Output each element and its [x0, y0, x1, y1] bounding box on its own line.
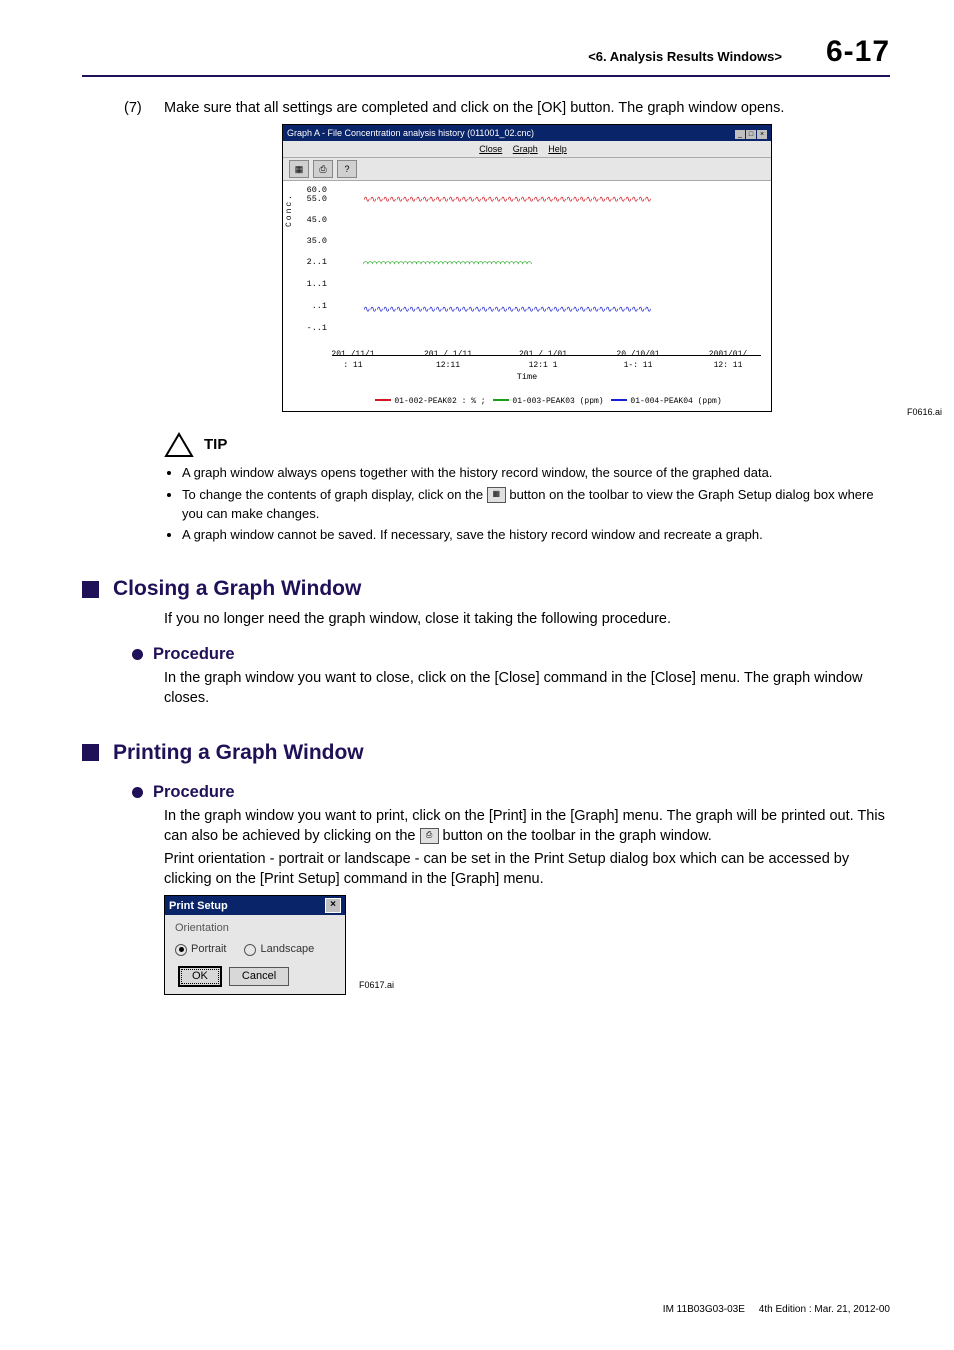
chapter-title: <6. Analysis Results Windows> — [588, 48, 782, 66]
menu-graph[interactable]: Graph — [513, 144, 538, 154]
heading-text: Printing a Graph Window — [113, 739, 364, 767]
figure-label: F0617.ai — [359, 979, 394, 991]
radio-label: Landscape — [260, 942, 314, 957]
page-footer: IM 11B03G03-03E 4th Edition : Mar. 21, 2… — [663, 1303, 890, 1317]
page-header: <6. Analysis Results Windows> 6-17 — [82, 32, 890, 77]
series-line-1: ∿∿∿∿∿∿∿∿∿∿∿∿∿∿∿∿∿∿∿∿∿∿∿∿∿∿∿∿∿∿∿∿∿∿∿∿∿∿∿∿… — [363, 194, 651, 206]
radio-portrait[interactable]: Portrait — [175, 942, 226, 957]
graph-setup-icon[interactable]: ▦ — [289, 160, 309, 178]
x-tick: 201 / 1/1112:11 — [418, 350, 478, 372]
subheading-text: Procedure — [153, 781, 235, 803]
y-tick: ..1 — [303, 301, 327, 312]
help-icon[interactable]: ? — [337, 160, 357, 178]
print-icon[interactable]: ⎙ — [313, 160, 333, 178]
heading-bullet-icon — [82, 581, 99, 598]
legend-label: 01-002-PEAK02 : % ; — [394, 397, 485, 406]
page-number: 6-17 — [826, 32, 890, 73]
subheading-procedure: Procedure — [132, 781, 890, 803]
dialog-title: Print Setup — [169, 899, 228, 914]
subheading-procedure: Procedure — [132, 643, 890, 665]
tip-title: TIP — [204, 435, 227, 455]
heading-text: Closing a Graph Window — [113, 575, 361, 603]
y-axis-label: Conc. — [285, 193, 296, 227]
x-tick: 201 /11/1: 11 — [323, 350, 383, 372]
subheading-text: Procedure — [153, 643, 235, 665]
x-tick: 201 / 1/0112:1 1 — [513, 350, 573, 372]
close-icon[interactable]: × — [325, 898, 341, 913]
legend-swatch — [611, 399, 627, 401]
step-number: (7) — [124, 99, 164, 119]
legend-label: 01-004-PEAK04 (ppm) — [630, 397, 721, 406]
y-tick: 55.0 — [303, 194, 327, 205]
doc-number: IM 11B03G03-03E — [663, 1304, 745, 1315]
legend-swatch — [493, 399, 509, 401]
series-line-2: ⌒⌒⌒⌒⌒⌒⌒⌒⌒⌒⌒⌒⌒⌒⌒⌒⌒⌒⌒⌒⌒⌒⌒⌒⌒⌒⌒⌒⌒⌒⌒⌒⌒⌒⌒⌒⌒⌒ — [363, 258, 531, 270]
chart-area: Conc. 60.0 55.0 45.0 35.0 2..1 1..1 ..1 … — [283, 181, 771, 411]
subheading-bullet-icon — [132, 787, 143, 798]
x-tick: 20 /10/011-: 11 — [608, 350, 668, 372]
y-tick: -..1 — [303, 323, 327, 334]
series-line-3: ∿∿∿∿∿∿∿∿∿∿∿∿∿∿∿∿∿∿∿∿∿∿∿∿∿∿∿∿∿∿∿∿∿∿∿∿∿∿∿∿… — [363, 304, 651, 316]
window-titlebar: Graph A - File Concentration analysis hi… — [283, 125, 771, 141]
heading-printing: Printing a Graph Window — [82, 739, 890, 767]
edition-info: 4th Edition : Mar. 21, 2012-00 — [759, 1304, 890, 1315]
y-tick: 1..1 — [303, 279, 327, 290]
radio-label: Portrait — [191, 942, 226, 957]
y-tick: 2..1 — [303, 257, 327, 268]
x-tick: 2001/01/12: 11 — [698, 350, 758, 372]
graph-window: Graph A - File Concentration analysis hi… — [282, 124, 772, 412]
tip-item: To change the contents of graph display,… — [182, 486, 890, 524]
print-setup-dialog: Print Setup × Orientation Portrait Lands… — [164, 895, 346, 995]
y-tick: 35.0 — [303, 236, 327, 247]
window-toolbar: ▦ ⎙ ? — [283, 158, 771, 181]
graph-setup-icon: ▦ — [487, 487, 506, 503]
radio-icon — [244, 944, 256, 956]
chart-legend: 01-002-PEAK02 : % ; 01-003-PEAK03 (ppm) … — [333, 397, 761, 408]
x-axis-label: Time — [517, 372, 537, 383]
orientation-group-label: Orientation — [175, 921, 335, 936]
printing-p1: In the graph window you want to print, c… — [164, 807, 890, 846]
menu-close[interactable]: Close — [479, 144, 502, 154]
close-icon[interactable]: × — [757, 130, 767, 139]
cancel-button[interactable]: Cancel — [229, 967, 289, 986]
legend-label: 01-003-PEAK03 (ppm) — [512, 397, 603, 406]
heading-bullet-icon — [82, 744, 99, 761]
dialog-titlebar: Print Setup × — [165, 896, 345, 915]
closing-intro: If you no longer need the graph window, … — [164, 610, 890, 630]
heading-closing: Closing a Graph Window — [82, 575, 890, 603]
window-title: Graph A - File Concentration analysis hi… — [287, 127, 534, 139]
menu-help[interactable]: Help — [548, 144, 567, 154]
closing-procedure-body: In the graph window you want to close, c… — [164, 669, 890, 708]
window-controls: _□× — [734, 127, 767, 139]
legend-swatch — [375, 399, 391, 401]
figure-label: F0616.ai — [907, 406, 942, 418]
ok-button[interactable]: OK — [179, 967, 221, 986]
printing-p2: Print orientation - portrait or landscap… — [164, 850, 890, 889]
print-icon: ⎙ — [420, 828, 439, 844]
maximize-icon[interactable]: □ — [746, 130, 756, 139]
radio-icon — [175, 944, 187, 956]
minimize-icon[interactable]: _ — [735, 130, 745, 139]
step-7: (7) Make sure that all settings are comp… — [124, 99, 890, 119]
subheading-bullet-icon — [132, 649, 143, 660]
tip-item: A graph window always opens together wit… — [182, 464, 890, 483]
warning-icon — [164, 432, 194, 458]
y-tick: 45.0 — [303, 215, 327, 226]
radio-landscape[interactable]: Landscape — [244, 942, 314, 957]
tip-block: TIP A graph window always opens together… — [164, 432, 890, 545]
step-text: Make sure that all settings are complete… — [164, 99, 890, 119]
tip-item: A graph window cannot be saved. If neces… — [182, 526, 890, 545]
window-menubar: Close Graph Help — [283, 141, 771, 158]
